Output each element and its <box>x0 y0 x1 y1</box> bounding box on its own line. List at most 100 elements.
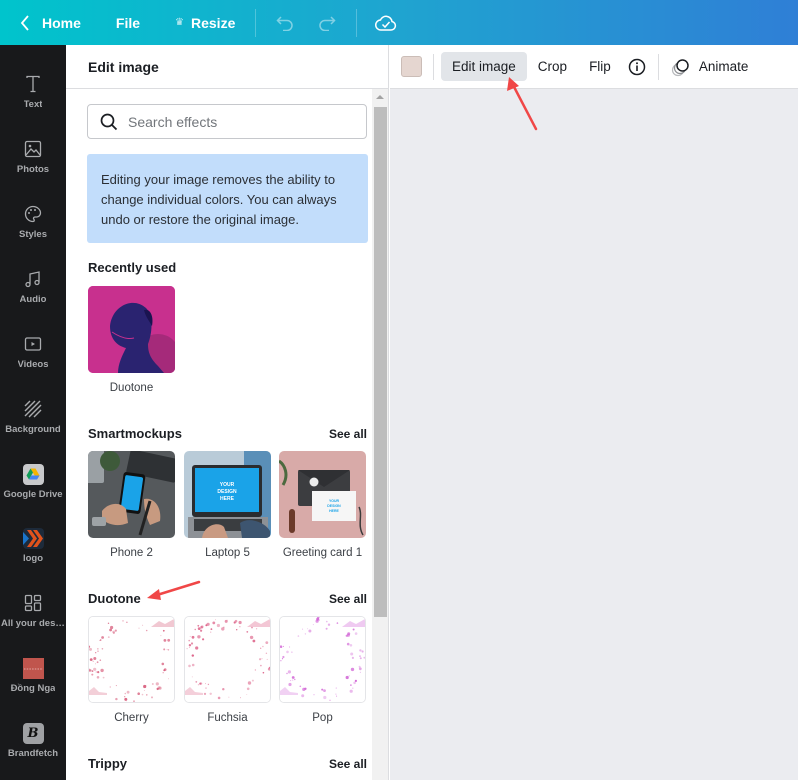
scrollbar-thumb[interactable] <box>374 107 387 617</box>
rail-item-text[interactable]: Text <box>0 71 66 131</box>
redo-button[interactable] <box>312 8 342 38</box>
music-note-icon <box>25 271 40 288</box>
flip-button[interactable]: Flip <box>578 52 622 81</box>
pop-preview-image <box>280 617 365 702</box>
resize-label: Resize <box>191 14 236 31</box>
see-all-duotone[interactable]: See all <box>329 592 367 606</box>
rail-item-label: Audio <box>19 294 47 305</box>
scroll-up-arrow-icon[interactable] <box>376 95 384 99</box>
laptop-mockup-image: YOUR DESIGN HERE <box>184 451 271 538</box>
rail-item-label: Styles <box>19 229 47 240</box>
save-status-button[interactable] <box>371 8 401 38</box>
undo-button[interactable] <box>270 8 300 38</box>
home-button[interactable]: Home <box>0 0 81 45</box>
fuchsia-preview-image <box>185 617 270 702</box>
brandfetch-icon: B <box>22 722 44 744</box>
rail-item-audio[interactable]: Audio <box>0 266 66 326</box>
duotone-thumb-pop[interactable] <box>279 616 366 703</box>
animate-button[interactable]: Animate <box>665 52 760 81</box>
svg-text:HERE: HERE <box>329 509 339 513</box>
topbar-divider <box>255 8 257 37</box>
svg-text:DESIGN: DESIGN <box>217 489 237 495</box>
topbar-divider <box>356 8 358 37</box>
mockup-thumb-laptop-5[interactable]: YOUR DESIGN HERE <box>184 451 271 538</box>
mockup-label: Laptop 5 <box>205 547 250 559</box>
cherry-preview-image <box>89 617 174 702</box>
rail-item-label: Brandfetch <box>7 748 59 759</box>
duotone-label: Fuchsia <box>207 712 248 724</box>
rail-item-label: Videos <box>17 359 49 370</box>
section-title-trippy: Trippy <box>88 756 128 771</box>
edit-image-button[interactable]: Edit image <box>441 52 527 81</box>
see-all-trippy[interactable]: See all <box>329 757 367 771</box>
rail-item-label: Background <box>5 424 61 435</box>
resize-button[interactable]: ♛ Resize <box>175 0 235 45</box>
grid-icon <box>24 594 42 612</box>
toolbar-divider <box>433 53 434 80</box>
panel-body: Editing your image removes the ability t… <box>66 89 372 780</box>
duotone-label: Cherry <box>114 712 149 724</box>
rail-item-google-drive[interactable]: Google Drive <box>0 461 66 521</box>
mockup-label: Greeting card 1 <box>282 547 363 559</box>
cloud-check-icon <box>375 15 397 31</box>
search-icon <box>100 113 118 130</box>
rail-item-all-designs[interactable]: All your desi... <box>0 590 66 650</box>
section-title-smartmockups: Smartmockups <box>88 426 182 441</box>
rail-item-photos[interactable]: Photos <box>0 136 66 196</box>
google-drive-icon <box>22 463 44 485</box>
rail-item-background[interactable]: Background <box>0 396 66 456</box>
crown-icon: ♛ <box>175 17 184 28</box>
search-box[interactable] <box>87 104 367 139</box>
svg-text:YOUR: YOUR <box>329 499 340 503</box>
section-title-recently-used: Recently used <box>88 260 177 275</box>
rail-item-label: All your desi... <box>1 618 65 629</box>
duotone-portrait-image <box>88 286 175 373</box>
file-menu-button[interactable]: File <box>116 0 140 45</box>
info-icon <box>628 58 646 75</box>
duotone-thumb-fuchsia[interactable] <box>184 616 271 703</box>
rail-item-label: Photos <box>16 164 50 175</box>
crop-button[interactable]: Crop <box>527 52 578 81</box>
photos-icon <box>24 140 42 158</box>
rail-item-label: logo <box>22 553 44 564</box>
greeting-card-mockup-image: YOUR DESIGN HERE <box>279 451 366 538</box>
panel-title: Edit image <box>66 45 388 89</box>
rail-item-styles[interactable]: Styles <box>0 201 66 261</box>
top-bar: Home File ♛ Resize <box>0 0 798 45</box>
side-rail: Text Photos Styles Audio Videos Backgrou… <box>0 45 66 780</box>
duotone-label: Pop <box>312 712 333 724</box>
text-icon <box>26 75 40 93</box>
search-input[interactable] <box>128 113 358 130</box>
rail-item-brandfetch[interactable]: B Brandfetch <box>0 720 66 780</box>
rail-item-logo[interactable]: logo <box>0 525 66 585</box>
video-icon <box>24 337 42 351</box>
rail-item-label: Text <box>23 99 43 110</box>
file-label: File <box>115 14 141 31</box>
rail-item-videos[interactable]: Videos <box>0 331 66 391</box>
mockup-label: Phone 2 <box>110 547 153 559</box>
panel-scrollbar[interactable] <box>372 89 388 780</box>
rail-item-dong-nga[interactable]: Đồng Nga <box>0 655 66 715</box>
background-hatch-icon <box>24 400 42 418</box>
effect-label: Duotone <box>109 382 154 394</box>
palette-icon <box>24 205 42 223</box>
design-canvas[interactable] <box>390 89 798 780</box>
animate-icon <box>671 58 689 76</box>
rail-item-label: Google Drive <box>3 489 63 500</box>
mockup-thumb-greeting-card-1[interactable]: YOUR DESIGN HERE <box>279 451 366 538</box>
context-toolbar: Edit image Crop Flip Animate <box>390 45 798 89</box>
logo-chevrons-icon <box>22 527 44 549</box>
color-swatch[interactable] <box>401 56 422 77</box>
folder-thumbnail-icon <box>22 657 44 679</box>
home-label: Home <box>42 14 81 31</box>
svg-text:DESIGN: DESIGN <box>327 504 341 508</box>
mockup-thumb-phone-2[interactable] <box>88 451 175 538</box>
rail-item-label: Đồng Nga <box>10 683 56 694</box>
section-title-duotone: Duotone <box>88 591 141 606</box>
chevron-left-icon <box>20 14 29 31</box>
duotone-thumb-cherry[interactable] <box>88 616 175 703</box>
see-all-smartmockups[interactable]: See all <box>329 427 367 441</box>
effect-thumb-duotone-recent[interactable] <box>88 286 175 373</box>
info-button[interactable] <box>622 52 652 81</box>
svg-text:YOUR: YOUR <box>220 482 235 488</box>
